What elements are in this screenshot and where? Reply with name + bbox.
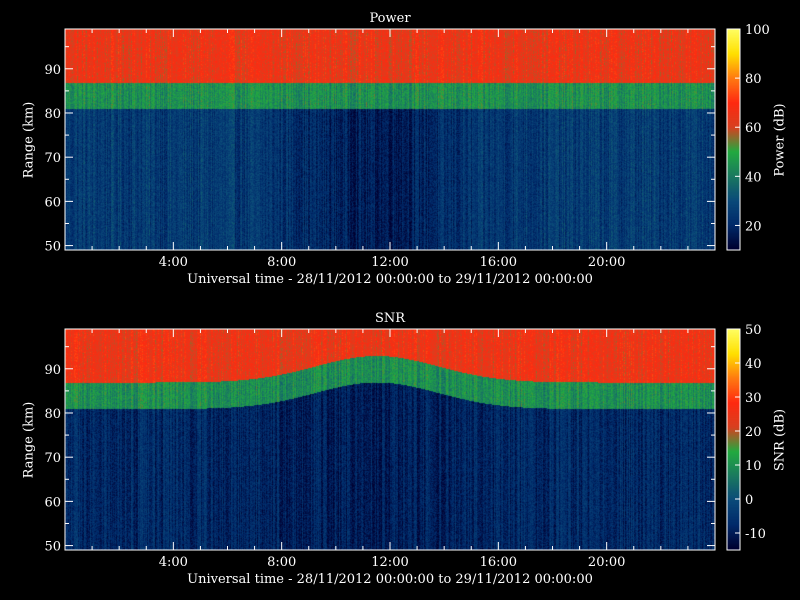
x-tick-label: 4:00 <box>159 555 188 570</box>
x-tick-label: 20:00 <box>588 555 625 570</box>
colorbar-label: Power (dB) <box>772 103 788 177</box>
y-tick-label: 50 <box>44 540 61 555</box>
colorbar-tick-label: 50 <box>745 323 762 338</box>
colorbar-tick-label: 0 <box>745 493 753 508</box>
y-tick-label: 50 <box>44 240 61 255</box>
colorbar-frame <box>726 28 741 251</box>
x-tick-label: 8:00 <box>267 255 296 270</box>
x-tick-label: 12:00 <box>371 555 408 570</box>
y-tick-label: 80 <box>44 407 61 422</box>
plot-frame <box>64 328 716 551</box>
y-tick-label: 60 <box>44 195 61 210</box>
power-axes: 4:00 8:00 12:00 16:00 20:00 50 60 70 80 90 20 40 60 8… <box>44 23 770 270</box>
colorbar-tick-label: 100 <box>745 23 770 38</box>
x-axis-label: Universal time - 28/11/2012 00:00:00 to … <box>187 572 593 587</box>
x-tick-label: 16:00 <box>480 255 517 270</box>
y-tick-label: 70 <box>44 151 61 166</box>
y-axis-label: Range (km) <box>21 101 37 179</box>
x-tick-label: 4:00 <box>159 255 188 270</box>
y-tick-label: 90 <box>44 363 61 378</box>
colorbar-tick-label: 80 <box>745 72 762 87</box>
snr-panel: SNR 4:00 8:00 12:00 16:00 20:00 50 60 70 80 90 -10… <box>0 300 800 600</box>
x-tick-label: 8:00 <box>267 555 296 570</box>
colorbar-frame <box>726 328 741 551</box>
snr-axes: 4:00 8:00 12:00 16:00 20:00 50 60 70 80 90 -10 0 10 2… <box>44 323 766 570</box>
colorbar-tick-label: 10 <box>745 459 762 474</box>
x-tick-label: 20:00 <box>588 255 625 270</box>
colorbar-tick-label: 40 <box>745 357 762 372</box>
colorbar-tick-label: 60 <box>745 121 762 136</box>
colorbar-tick-label: 40 <box>745 170 762 185</box>
power-panel: Power 4:00 8:00 12:00 16:00 20:00 50 60 70 80 90 2… <box>0 0 800 300</box>
y-tick-label: 70 <box>44 451 61 466</box>
x-axis-label: Universal time - 28/11/2012 00:00:00 to … <box>187 272 593 287</box>
colorbar-tick-label: 20 <box>745 219 762 234</box>
y-tick-label: 80 <box>44 107 61 122</box>
colorbar-label: SNR (dB) <box>772 408 788 472</box>
colorbar-tick-label: 20 <box>745 425 762 440</box>
x-tick-label: 12:00 <box>371 255 408 270</box>
x-tick-label: 16:00 <box>480 555 517 570</box>
y-tick-label: 60 <box>44 495 61 510</box>
colorbar-tick-label: -10 <box>745 527 766 542</box>
plot-frame <box>64 28 716 251</box>
y-tick-label: 90 <box>44 63 61 78</box>
y-axis-label: Range (km) <box>21 401 37 479</box>
colorbar-tick-label: 30 <box>745 391 762 406</box>
